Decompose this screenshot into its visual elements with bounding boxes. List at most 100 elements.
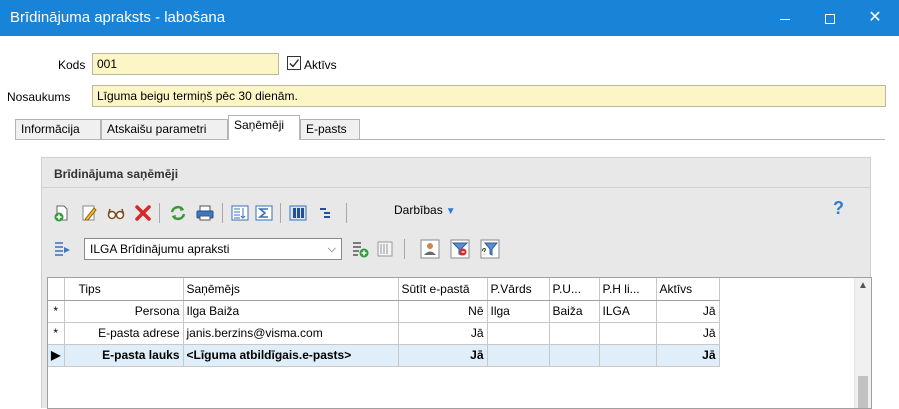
- darbibas-label: Darbības: [394, 203, 443, 217]
- user-filter-icon: [420, 239, 440, 259]
- col-header-pu[interactable]: P.U...: [549, 278, 600, 301]
- grid-header-row: Tips Saņēmējs Sūtīt e-pastā P.Vārds P.U.…: [48, 278, 720, 301]
- toolbar-separator: [222, 203, 223, 223]
- cell-sanemejs[interactable]: <Līguma atbildīgais.e-pasts>: [183, 344, 399, 367]
- kods-field[interactable]: 001: [92, 53, 279, 75]
- cell-aktivs[interactable]: Jā: [656, 322, 720, 345]
- glasses-icon: [107, 208, 125, 220]
- chevron-up-icon[interactable]: ▲: [858, 280, 868, 291]
- chevron-down-icon: ⌵: [327, 243, 336, 255]
- cell-pu[interactable]: [549, 322, 600, 345]
- cell-pvards[interactable]: Ilga: [487, 300, 550, 323]
- recipients-grid: Tips Saņēmējs Sūtīt e-pastā P.Vārds P.U.…: [47, 277, 872, 409]
- clear-filter-button[interactable]: [450, 239, 470, 259]
- title-bar: Brīdinājuma apraksts - labošana ✕: [0, 0, 899, 36]
- row-indicator-header: [48, 278, 65, 301]
- nosaukums-field[interactable]: Līguma beigu termiņš pēc 30 dienām.: [92, 85, 886, 107]
- help-button[interactable]: ?: [833, 198, 844, 219]
- layout-combo[interactable]: ILGA Brīdinājumu apraksti ⌵: [84, 238, 342, 260]
- filter-person-button[interactable]: [420, 239, 440, 259]
- cell-sanemejs[interactable]: Ilga Baiža: [183, 300, 399, 323]
- cell-sanemejs[interactable]: janis.berzins@visma.com: [183, 322, 399, 345]
- col-header-sanemejs[interactable]: Saņēmējs: [183, 278, 399, 301]
- minimize-button[interactable]: [762, 0, 808, 36]
- add-record-button[interactable]: [52, 203, 72, 223]
- vertical-scrollbar[interactable]: ▲: [854, 278, 871, 408]
- tab-sanemeji[interactable]: Saņēmēji: [228, 115, 300, 140]
- table-row[interactable]: * E-pasta adrese janis.berzins@visma.com…: [48, 322, 720, 345]
- window-title: Brīdinājuma apraksts - labošana: [10, 9, 226, 26]
- add-layout-button[interactable]: [350, 239, 370, 259]
- pencil-icon: [82, 205, 97, 221]
- printer-icon: [196, 205, 214, 221]
- aktivs-checkbox[interactable]: [287, 56, 301, 70]
- toolbar-separator: [404, 239, 405, 259]
- row-indicator: ▶: [48, 344, 65, 367]
- toolbar-separator: [280, 203, 281, 223]
- clear-filter-icon: [450, 239, 470, 259]
- cell-aktivs[interactable]: Jā: [656, 344, 720, 367]
- sort-button[interactable]: [230, 203, 250, 223]
- layout-list-icon: [55, 242, 70, 256]
- cell-pu[interactable]: [549, 344, 600, 367]
- tab-atskaisu-parametri[interactable]: Atskaišu parametri: [101, 119, 228, 139]
- help-icon: ?: [833, 198, 844, 218]
- recipients-panel: Brīdinājuma saņēmēji Darbības ▼ ? ILGA B…: [41, 157, 872, 409]
- col-header-sutit-epasta[interactable]: Sūtīt e-pastā: [398, 278, 488, 301]
- tree-view-button[interactable]: [316, 203, 336, 223]
- cell-pu[interactable]: Baiža: [549, 300, 600, 323]
- save-layout-button[interactable]: [375, 239, 395, 259]
- cell-phli[interactable]: [599, 322, 657, 345]
- table-row-selected[interactable]: ▶ E-pasta lauks <Līguma atbildīgais.e-pa…: [48, 344, 720, 367]
- cell-sutit[interactable]: Jā: [398, 344, 488, 367]
- sigma-icon: [255, 205, 273, 221]
- refresh-icon: [170, 205, 186, 221]
- darbibas-menu[interactable]: Darbības ▼: [394, 203, 456, 217]
- cell-tips[interactable]: E-pasta lauks: [64, 344, 184, 367]
- cell-phli[interactable]: ILGA: [599, 300, 657, 323]
- tab-informacija[interactable]: Informācija: [15, 119, 101, 139]
- filter-button[interactable]: [480, 239, 500, 259]
- add-document-icon: [54, 205, 68, 222]
- scrollbar-thumb[interactable]: [858, 376, 868, 408]
- layout-combo-value: ILGA Brīdinājumu apraksti: [90, 242, 230, 256]
- chevron-down-icon: ▼: [445, 206, 456, 217]
- refresh-button[interactable]: [168, 203, 188, 223]
- maximize-button[interactable]: [807, 0, 853, 36]
- cell-sutit[interactable]: Jā: [398, 322, 488, 345]
- cell-pvards[interactable]: [487, 344, 550, 367]
- maximize-icon: [825, 14, 835, 25]
- tree-icon: [320, 208, 330, 218]
- delete-icon: [135, 205, 151, 221]
- col-header-aktivs[interactable]: Aktīvs: [656, 278, 720, 301]
- row-indicator: *: [48, 322, 65, 345]
- cell-sutit[interactable]: Nē: [398, 300, 488, 323]
- nosaukums-label: Nosaukums: [7, 90, 71, 104]
- row-indicator: *: [48, 300, 65, 323]
- tab-epasts[interactable]: E-pasts: [300, 119, 360, 139]
- col-header-pvards[interactable]: P.Vārds: [487, 278, 550, 301]
- cell-phli[interactable]: [599, 344, 657, 367]
- layout-list-button[interactable]: [52, 239, 72, 259]
- cell-tips[interactable]: E-pasta adrese: [64, 322, 184, 345]
- view-button[interactable]: [106, 203, 126, 223]
- delete-button[interactable]: [133, 203, 153, 223]
- print-button[interactable]: [195, 203, 215, 223]
- col-header-phli[interactable]: P.H li...: [599, 278, 657, 301]
- kods-label: Kods: [58, 58, 86, 72]
- toolbar-separator: [346, 203, 347, 223]
- cell-pvards[interactable]: [487, 322, 550, 345]
- layout-save-icon: [377, 241, 393, 257]
- edit-button[interactable]: [79, 203, 99, 223]
- minimize-icon: [780, 18, 790, 20]
- cell-aktivs[interactable]: Jā: [656, 300, 720, 323]
- col-header-tips[interactable]: Tips: [64, 278, 184, 301]
- sum-button[interactable]: [254, 203, 274, 223]
- table-row[interactable]: * Persona Ilga Baiža Nē Ilga Baiža ILGA …: [48, 300, 720, 323]
- tab-divider: [15, 139, 885, 140]
- close-button[interactable]: ✕: [852, 0, 898, 36]
- columns-button[interactable]: [288, 203, 308, 223]
- aktivs-label: Aktīvs: [304, 58, 337, 72]
- close-icon: ✕: [868, 9, 882, 26]
- cell-tips[interactable]: Persona: [64, 300, 184, 323]
